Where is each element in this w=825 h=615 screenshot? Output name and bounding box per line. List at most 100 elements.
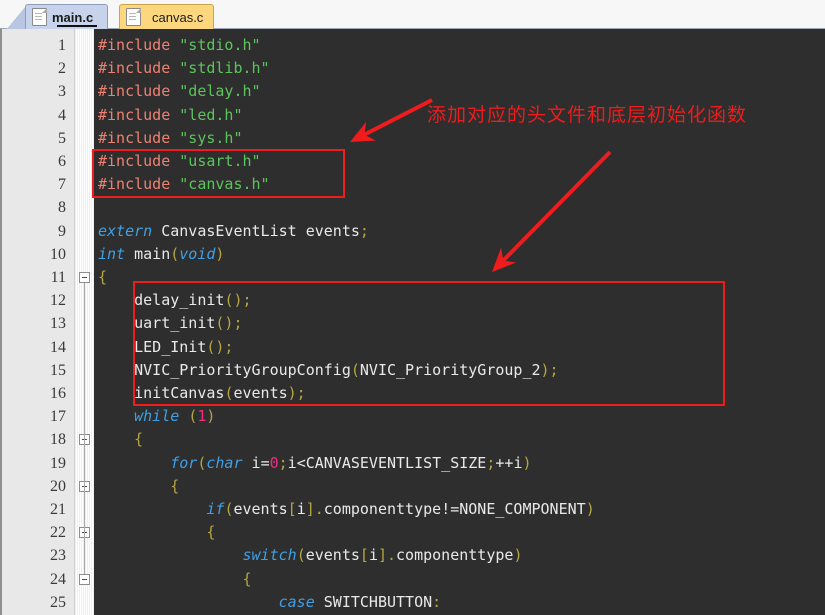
code-token: ) xyxy=(206,407,216,426)
code-token: = xyxy=(260,453,270,472)
code-line: while (1) xyxy=(98,405,215,428)
code-token: "usart.h" xyxy=(179,152,261,170)
line-number: 25 xyxy=(50,593,66,611)
code-token: . xyxy=(387,546,397,565)
code-token: CanvasEventList events xyxy=(152,221,360,240)
code-line: uart_init(); xyxy=(98,312,243,335)
code-token: ( xyxy=(188,407,198,426)
line-number: 19 xyxy=(50,454,66,472)
line-number: 2 xyxy=(58,60,66,78)
code-token: [ xyxy=(287,500,297,518)
code-token: { xyxy=(170,476,180,495)
code-folding-column[interactable] xyxy=(75,29,94,615)
code-token: if xyxy=(206,500,225,518)
code-token: #include xyxy=(98,36,180,54)
tab-canvas-c[interactable]: canvas.c xyxy=(119,4,215,29)
code-token: NONE_COMPONENT xyxy=(459,500,586,518)
code-line: int main(void) xyxy=(98,243,224,266)
code-token: main xyxy=(125,244,171,263)
code-token: extern xyxy=(98,221,153,240)
code-token: { xyxy=(134,430,144,449)
code-token: "stdlib.h" xyxy=(179,59,270,78)
code-token: "canvas.h" xyxy=(179,175,270,194)
code-token: i xyxy=(242,453,261,472)
fold-toggle-icon[interactable] xyxy=(79,272,90,283)
code-token: CANVASEVENTLIST_SIZE xyxy=(305,453,487,472)
code-line: { xyxy=(98,428,143,451)
line-number: 22 xyxy=(50,524,66,542)
code-token: NVIC_PriorityGroup_2 xyxy=(359,360,541,379)
code-token: #include xyxy=(98,59,180,78)
code-token: "delay.h" xyxy=(179,82,261,101)
code-line: initCanvas(events); xyxy=(98,382,306,405)
line-number: 18 xyxy=(50,431,66,449)
code-token: i xyxy=(287,453,297,472)
tab-canvas-c-label: canvas.c xyxy=(152,9,204,25)
document-icon xyxy=(32,8,47,26)
code-line: case SWITCHBUTTON: xyxy=(98,591,442,614)
line-number: 11 xyxy=(50,269,66,286)
code-token: case xyxy=(278,592,315,611)
line-number: 3 xyxy=(58,83,66,101)
line-number: 23 xyxy=(50,547,66,565)
code-token: switch xyxy=(242,546,297,565)
code-token: int xyxy=(98,244,126,263)
code-token: (); xyxy=(215,314,243,333)
code-line: if(events[i].componenttype!=NONE_COMPONE… xyxy=(98,498,595,521)
code-line: { xyxy=(98,266,107,289)
code-token: ); xyxy=(287,384,306,402)
code-line: switch(events[i].componenttype) xyxy=(98,544,523,567)
code-token: 0 xyxy=(269,453,279,472)
code-token: ) xyxy=(585,500,595,518)
document-icon xyxy=(126,8,141,26)
line-number: 20 xyxy=(50,477,66,495)
code-token: ); xyxy=(540,360,559,379)
code-token: (); xyxy=(206,337,234,356)
line-number: 6 xyxy=(58,153,66,170)
code-token: ( xyxy=(350,360,360,379)
code-line: #include "stdio.h" xyxy=(98,34,261,57)
code-token: : xyxy=(432,592,442,611)
code-token: LED_Init xyxy=(98,337,207,356)
code-token: (); xyxy=(224,291,252,310)
line-number: 13 xyxy=(50,315,66,333)
code-line: { xyxy=(98,568,252,591)
line-number: 12 xyxy=(50,292,66,310)
code-token: ] xyxy=(305,500,315,518)
code-token: SWITCHBUTTON xyxy=(314,592,433,611)
code-line: #include "canvas.h" xyxy=(98,173,270,196)
code-line: #include "stdlib.h" xyxy=(98,57,270,80)
code-token: ( xyxy=(170,244,180,263)
line-number: 14 xyxy=(50,338,66,356)
code-token: void xyxy=(179,244,216,263)
line-number: 5 xyxy=(58,129,66,147)
code-token: events xyxy=(233,384,288,402)
code-token: #include xyxy=(98,82,180,101)
tab-main-c[interactable]: main.c xyxy=(25,4,109,29)
code-line: #include "usart.h" xyxy=(98,150,261,173)
code-token: for xyxy=(170,453,198,472)
code-line: extern CanvasEventList events; xyxy=(98,220,369,243)
code-token: events xyxy=(305,546,360,565)
code-line: #include "delay.h" xyxy=(98,80,261,103)
code-line: delay_init(); xyxy=(98,289,252,312)
code-token: "sys.h" xyxy=(179,128,243,147)
code-token: initCanvas xyxy=(98,384,225,402)
code-token: { xyxy=(98,268,108,286)
code-token: "led.h" xyxy=(179,105,243,124)
fold-toggle-icon[interactable] xyxy=(79,573,90,585)
code-token: events xyxy=(233,500,288,518)
line-number: 9 xyxy=(58,222,66,240)
code-token: < xyxy=(296,453,306,472)
code-editor-window: main.c canvas.c 1 2 3 4 5 6 7 8 9 10 11 12 13 14 15 16 1… xyxy=(0,0,825,615)
code-line: { xyxy=(98,521,215,544)
tab-bar-skew-decoration xyxy=(7,5,27,29)
code-token: ) xyxy=(513,546,523,565)
